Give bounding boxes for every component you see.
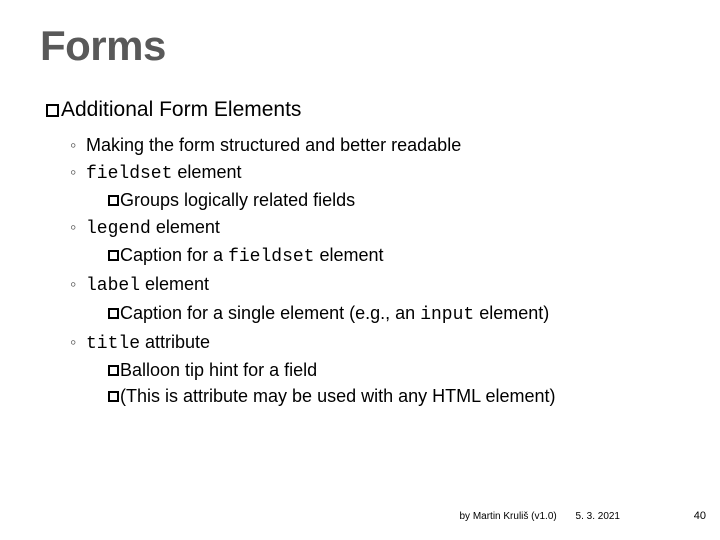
slide-title: Forms bbox=[40, 22, 680, 70]
sub-text: (This is attribute may be used with any … bbox=[120, 386, 556, 406]
item-text: Making the form structured and better re… bbox=[86, 135, 461, 155]
sub-list: Caption for a fieldset element bbox=[108, 242, 680, 270]
sub-item: Groups logically related fields bbox=[108, 187, 680, 213]
bullet-box-icon bbox=[46, 104, 59, 117]
sub-list: Groups logically related fields bbox=[108, 187, 680, 213]
top-list: Making the form structured and better re… bbox=[70, 132, 680, 409]
list-item: label element Caption for a single eleme… bbox=[70, 271, 680, 327]
list-item: fieldset element Groups logically relate… bbox=[70, 159, 680, 213]
item-code: fieldset bbox=[86, 164, 172, 184]
sub-list: Balloon tip hint for a field (This is at… bbox=[108, 357, 680, 409]
list-item: Making the form structured and better re… bbox=[70, 132, 680, 158]
page-number: 40 bbox=[694, 510, 706, 522]
subheading: Additional Form Elements bbox=[46, 98, 680, 122]
item-code: title bbox=[86, 334, 140, 354]
item-code: label bbox=[86, 276, 140, 296]
sub-post: element) bbox=[474, 303, 549, 323]
footer-author: by Martin Kruliš (v1.0) bbox=[459, 511, 556, 522]
list-item: title attribute Balloon tip hint for a f… bbox=[70, 329, 680, 409]
item-text: element bbox=[172, 162, 241, 182]
sub-code: input bbox=[420, 305, 474, 325]
item-text: element bbox=[151, 217, 220, 237]
bullet-box-icon bbox=[108, 365, 119, 376]
sub-pre: Caption for a bbox=[120, 245, 228, 265]
bullet-box-icon bbox=[108, 391, 119, 402]
sub-item: Balloon tip hint for a field bbox=[108, 357, 680, 383]
sub-item: Caption for a single element (e.g., an i… bbox=[108, 300, 680, 328]
sub-text: Balloon tip hint for a field bbox=[120, 360, 317, 380]
sub-text: Groups logically related fields bbox=[120, 190, 355, 210]
sub-item: Caption for a fieldset element bbox=[108, 242, 680, 270]
item-code: legend bbox=[86, 219, 151, 239]
bullet-box-icon bbox=[108, 308, 119, 319]
sub-pre: Caption for a single element (e.g., an bbox=[120, 303, 420, 323]
sub-post: element bbox=[314, 245, 383, 265]
sub-list: Caption for a single element (e.g., an i… bbox=[108, 300, 680, 328]
sub-item: (This is attribute may be used with any … bbox=[108, 383, 680, 409]
item-text: attribute bbox=[140, 332, 210, 352]
subheading-text: Additional Form Elements bbox=[61, 98, 301, 121]
footer-date: 5. 3. 2021 bbox=[576, 511, 620, 522]
item-text: element bbox=[140, 274, 209, 294]
list-item: legend element Caption for a fieldset el… bbox=[70, 214, 680, 270]
footer: by Martin Kruliš (v1.0) 5. 3. 2021 bbox=[459, 511, 690, 522]
bullet-box-icon bbox=[108, 250, 119, 261]
slide: Forms Additional Form Elements Making th… bbox=[0, 0, 720, 540]
bullet-box-icon bbox=[108, 195, 119, 206]
sub-code: fieldset bbox=[228, 247, 314, 267]
